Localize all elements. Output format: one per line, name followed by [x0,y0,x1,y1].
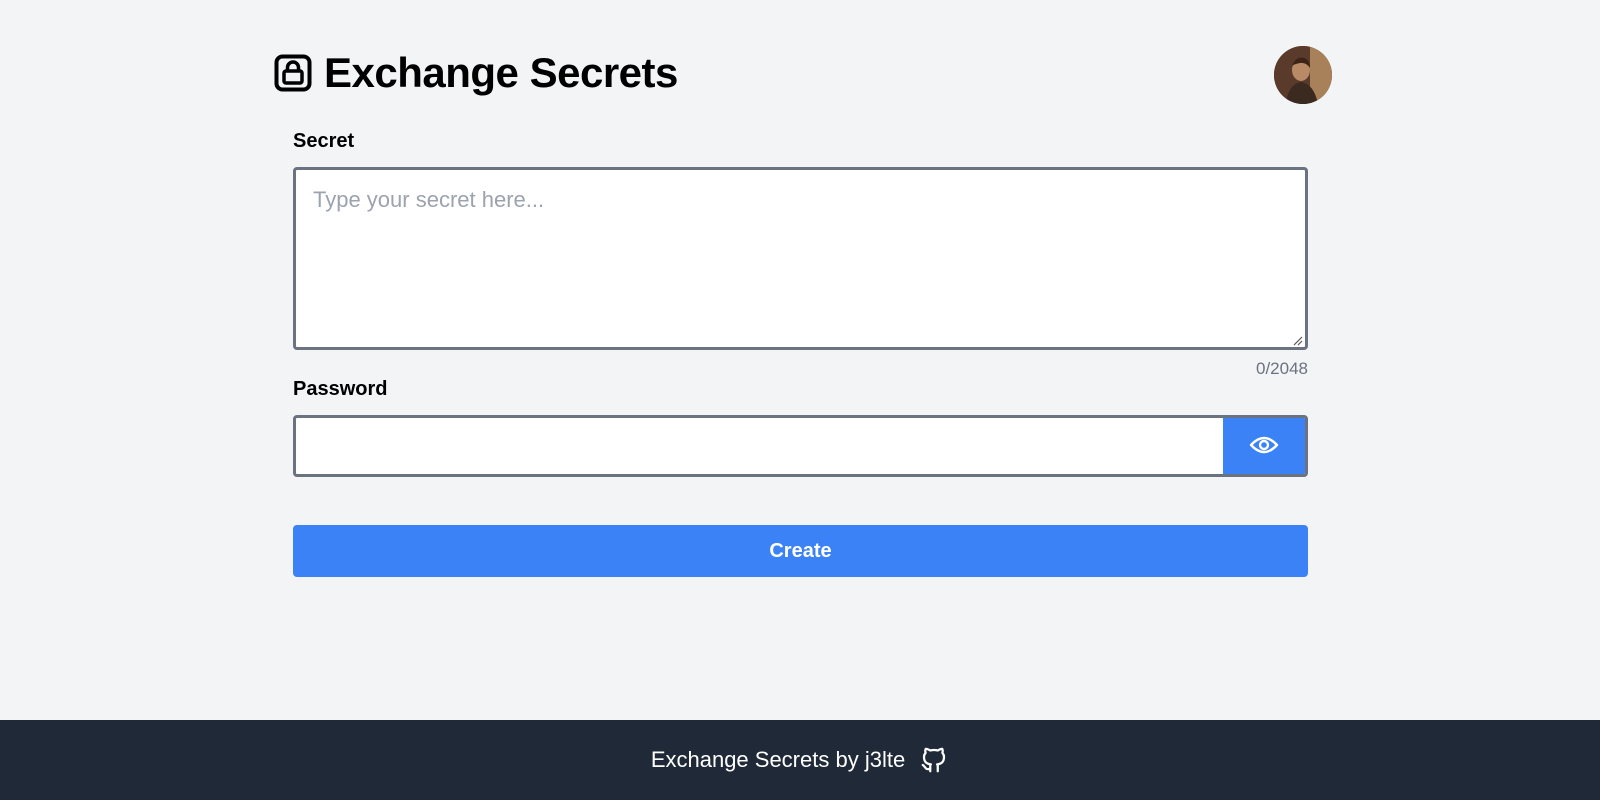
footer: Exchange Secrets by j3lte [0,720,1600,800]
brand[interactable]: Exchange Secrets [274,52,678,94]
toggle-password-visibility-button[interactable] [1223,418,1305,474]
page: Exchange Secrets Secret 0/2048 Pass [0,0,1600,720]
github-icon[interactable] [919,745,949,775]
lock-icon [274,54,312,92]
secret-label: Secret [293,130,355,152]
character-counter: 0/2048 [1256,359,1308,378]
create-button[interactable]: Create [293,525,1308,577]
page-title: Exchange Secrets [324,49,678,96]
eye-icon [1249,434,1279,459]
secret-field-wrapper [293,167,1308,350]
password-field-wrapper [293,415,1308,477]
footer-text: Exchange Secrets by j3lte [650,747,906,772]
password-label: Password [293,378,388,400]
secret-textarea[interactable] [296,170,1305,347]
avatar[interactable] [1274,46,1332,104]
password-input[interactable] [296,418,1223,474]
resize-handle-icon[interactable] [1291,333,1303,346]
header: Exchange Secrets [274,46,1332,106]
